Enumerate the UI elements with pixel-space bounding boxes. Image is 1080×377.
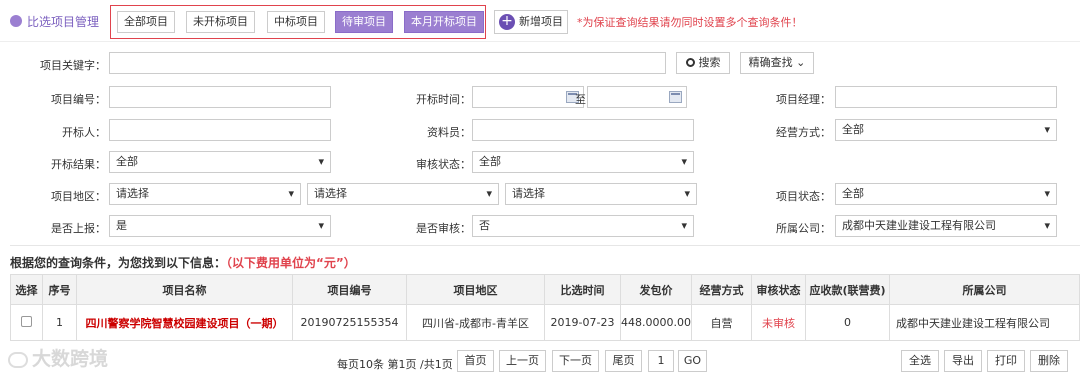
search-button[interactable]: 搜索 <box>676 52 730 74</box>
opener-label: 开标人： <box>62 126 106 139</box>
filter-pending-button[interactable]: 待审项目 <box>335 11 393 33</box>
city-select[interactable]: 请选择 <box>307 183 499 205</box>
col-name: 项目名称 <box>76 274 293 305</box>
watermark: 大数跨境 <box>8 344 108 371</box>
keyword-label: 项目关键字： <box>40 59 106 72</box>
col-code: 项目编号 <box>292 274 407 305</box>
col-seq: 序号 <box>42 274 77 305</box>
results-table: 选择 序号 项目名称 项目编号 项目地区 比选时间 发包价 经营方式 审核状态 … <box>10 274 1080 341</box>
row-company: 成都中天建业建设工程有限公司 <box>888 304 1080 341</box>
table-row: 1 四川警察学院智慧校园建设项目（一期） 20190725155354 四川省-… <box>10 304 1080 341</box>
status-label: 项目状态： <box>776 190 831 203</box>
results-unit-note: （以下费用单位为“元”） <box>226 256 356 270</box>
open-time-start-input[interactable] <box>472 86 584 108</box>
project-no-label: 项目编号： <box>51 93 106 106</box>
col-company: 所属公司 <box>888 274 1080 305</box>
row-status: 未审核 <box>750 304 806 341</box>
delete-button[interactable]: 删除 <box>1030 350 1068 372</box>
to-label: 至 <box>575 93 586 106</box>
result-label: 开标结果： <box>51 158 106 171</box>
filter-won-button[interactable]: 中标项目 <box>267 11 325 33</box>
row-region: 四川省-成都市-青羊区 <box>406 304 545 341</box>
select-all-button[interactable]: 全选 <box>901 350 939 372</box>
export-button[interactable]: 导出 <box>944 350 982 372</box>
open-time-end-input[interactable] <box>587 86 687 108</box>
row-receivable: 0 <box>804 304 890 341</box>
mode-label: 经营方式： <box>776 126 831 139</box>
company-label: 所属公司： <box>776 222 831 235</box>
filter-group: 全部项目 未开标项目 中标项目 待审项目 本月开标项目 <box>110 5 486 39</box>
header-bar: 比选项目管理 全部项目 未开标项目 中标项目 待审项目 本月开标项目 + 新增项… <box>0 0 1080 42</box>
divider <box>10 245 1080 246</box>
page-title: 比选项目管理 <box>27 15 100 29</box>
review-select[interactable]: 全部 <box>472 151 694 173</box>
filter-month-button[interactable]: 本月开标项目 <box>404 11 484 33</box>
row-seq: 1 <box>42 304 77 341</box>
col-select: 选择 <box>10 274 43 305</box>
col-region: 项目地区 <box>406 274 545 305</box>
result-select[interactable]: 全部 <box>109 151 331 173</box>
review-label: 审核状态： <box>416 158 471 171</box>
watermark-text: 大数跨境 <box>32 348 109 370</box>
bullet-icon <box>10 15 22 27</box>
search-button-label: 搜索 <box>698 56 721 69</box>
row-checkbox[interactable] <box>21 315 32 327</box>
go-button[interactable]: GO <box>678 350 707 372</box>
row-date: 2019-07-23 <box>544 304 621 341</box>
opener-input[interactable] <box>109 119 331 141</box>
next-page-button[interactable]: 下一页 <box>552 350 599 372</box>
query-warning: *为保证查询结果请勿同时设置多个查询条件！ <box>577 16 803 29</box>
clerk-label: 资料员： <box>427 126 471 139</box>
print-button[interactable]: 打印 <box>987 350 1025 372</box>
project-no-input[interactable] <box>109 86 331 108</box>
manager-label: 项目经理： <box>776 93 831 106</box>
chevron-down-icon: ⌄ <box>796 56 806 69</box>
calendar-icon[interactable] <box>669 91 682 103</box>
results-title-text: 根据您的查询条件，为您找到以下信息： <box>10 256 227 270</box>
page-number-input[interactable]: 1 <box>648 350 674 372</box>
filter-all-button[interactable]: 全部项目 <box>117 11 175 33</box>
col-price: 发包价 <box>620 274 692 305</box>
row-code: 20190725155354 <box>292 304 407 341</box>
filter-unopened-button[interactable]: 未开标项目 <box>186 11 255 33</box>
add-project-button[interactable]: + 新增项目 <box>494 10 568 34</box>
mode-select[interactable]: 全部 <box>835 119 1057 141</box>
last-page-button[interactable]: 尾页 <box>605 350 642 372</box>
audit-select[interactable]: 否 <box>472 215 694 237</box>
company-select[interactable]: 成都中天建业建设工程有限公司 <box>835 215 1057 237</box>
manager-input[interactable] <box>835 86 1057 108</box>
col-receivable: 应收款(联营费) <box>804 274 890 305</box>
add-project-label: 新增项目 <box>519 15 563 28</box>
status-select[interactable]: 全部 <box>835 183 1057 205</box>
prev-page-button[interactable]: 上一页 <box>499 350 546 372</box>
plus-icon: + <box>499 14 515 30</box>
watermark-logo-icon <box>8 351 28 368</box>
report-label: 是否上报： <box>51 222 106 235</box>
col-mode: 经营方式 <box>690 274 752 305</box>
audit-label: 是否审核： <box>416 222 471 235</box>
col-status: 审核状态 <box>750 274 806 305</box>
district-select[interactable]: 请选择 <box>505 183 697 205</box>
row-price: 448.0000.00 <box>620 304 692 341</box>
keyword-input[interactable] <box>109 52 666 74</box>
report-select[interactable]: 是 <box>109 215 331 237</box>
pager-summary: 每页10条 第1页 /共1页 <box>337 358 453 371</box>
region-label: 项目地区： <box>51 190 106 203</box>
first-page-button[interactable]: 首页 <box>457 350 494 372</box>
results-title: 根据您的查询条件，为您找到以下信息：（以下费用单位为“元”） <box>10 254 356 271</box>
row-mode: 自营 <box>690 304 752 341</box>
table-header-row: 选择 序号 项目名称 项目编号 项目地区 比选时间 发包价 经营方式 审核状态 … <box>10 274 1080 305</box>
open-time-label: 开标时间： <box>416 93 471 106</box>
col-date: 比选时间 <box>544 274 621 305</box>
precise-search-label: 精确查找 <box>748 56 793 69</box>
province-select[interactable]: 请选择 <box>109 183 301 205</box>
clerk-input[interactable] <box>472 119 694 141</box>
project-name-link[interactable]: 四川警察学院智慧校园建设项目（一期） <box>76 304 293 341</box>
search-icon <box>685 58 695 67</box>
precise-search-button[interactable]: 精确查找 ⌄ <box>740 52 814 74</box>
row-select-cell <box>10 304 43 341</box>
